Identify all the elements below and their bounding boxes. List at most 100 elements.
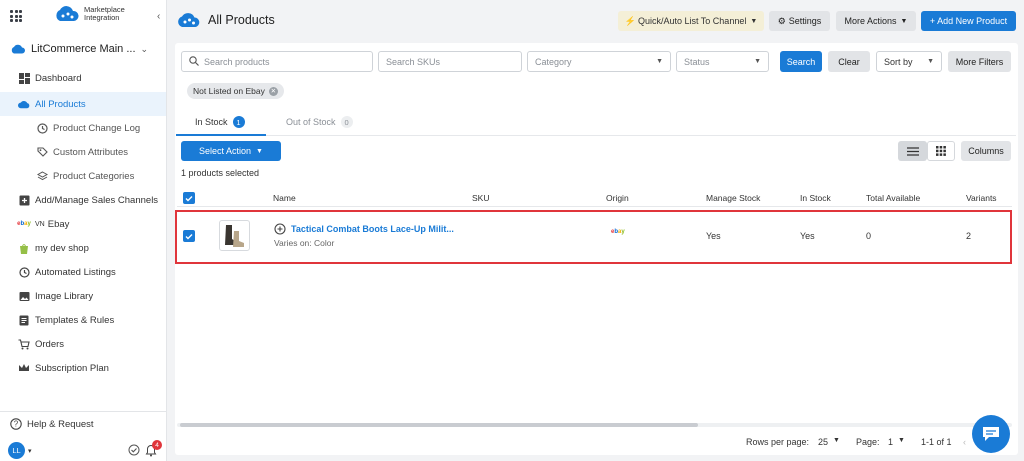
sidebar-item-label: All Products <box>35 98 86 110</box>
sidebar-item-my-dev-shop[interactable]: my dev shop <box>0 236 166 260</box>
store-name: LitCommerce Main ... <box>31 43 136 55</box>
column-header-in-stock[interactable]: In Stock <box>800 193 831 203</box>
sidebar-item-all-products[interactable]: All Products <box>0 92 166 116</box>
search-placeholder: Search products <box>204 56 270 67</box>
quick-list-button[interactable]: ⚡ Quick/Auto List To Channel ▼ <box>618 11 764 31</box>
tabs-divider <box>176 135 1016 136</box>
tab-in-stock[interactable]: In Stock 1 <box>195 116 245 128</box>
column-header-origin[interactable]: Origin <box>606 193 629 203</box>
sidebar-item-label: Orders <box>35 338 65 350</box>
grid-view-button[interactable] <box>927 141 955 161</box>
tab-out-of-stock[interactable]: Out of Stock 0 <box>286 116 353 128</box>
grid-icon <box>936 146 946 156</box>
sidebar-item-label: my dev shop <box>35 242 89 254</box>
product-name-link[interactable]: Tactical Combat Boots Lace-Up Milit... <box>291 224 454 234</box>
sidebar-item-automated-listings[interactable]: Automated Listings <box>0 260 166 284</box>
sidebar-item-label: Product Change Log <box>53 122 141 134</box>
row-checkbox[interactable] <box>183 230 195 242</box>
gear-icon: ⚙ <box>777 15 786 26</box>
sku-search-input[interactable]: Search SKUs <box>378 51 522 72</box>
sidebar-item-custom-attributes[interactable]: Custom Attributes <box>0 140 166 164</box>
add-box-icon <box>18 194 30 206</box>
rows-per-page-select[interactable]: 25 ▼ <box>818 437 840 447</box>
sidebar-item-label: Dashboard <box>35 72 82 84</box>
image-icon <box>18 290 30 302</box>
sidebar-item-add-manage-sales-channels[interactable]: Add/Manage Sales Channels <box>0 188 166 212</box>
sidebar-item-product-change-log[interactable]: Product Change Log <box>0 116 166 140</box>
list-view-button[interactable] <box>898 141 927 161</box>
horizontal-scrollbar[interactable] <box>180 423 698 427</box>
cart-icon <box>18 338 30 350</box>
settings-label: Settings <box>788 16 822 26</box>
dashboard-icon <box>18 72 30 84</box>
store-selector[interactable]: LitCommerce Main ... ⌄ <box>10 43 148 55</box>
sidebar-divider <box>0 411 166 412</box>
notification-count-badge: 4 <box>152 440 162 450</box>
search-input[interactable]: Search products <box>181 51 373 72</box>
clear-button[interactable]: Clear <box>828 51 870 72</box>
sidebar-item-templates-rules[interactable]: Templates & Rules <box>0 308 166 332</box>
tab-count-badge: 1 <box>232 116 245 128</box>
sort-label: Sort by <box>884 56 913 67</box>
cloud-logo-icon <box>56 6 79 22</box>
ebay-origin-icon: ebay <box>611 229 625 235</box>
caret-down-icon: ▼ <box>833 437 840 444</box>
caret-down-icon: ▼ <box>898 437 905 444</box>
expand-variants-icon[interactable] <box>274 223 286 237</box>
page-title: All Products <box>208 13 275 27</box>
columns-button[interactable]: Columns <box>961 141 1011 161</box>
table-row[interactable] <box>175 210 1012 264</box>
select-all-checkbox[interactable] <box>183 192 195 204</box>
category-select[interactable]: Category ▼ <box>527 51 671 72</box>
tab-label: Out of Stock <box>286 117 336 127</box>
status-select[interactable]: Status ▼ <box>676 51 769 72</box>
more-actions-button[interactable]: More Actions ▼ <box>836 11 916 31</box>
column-header-manage-stock[interactable]: Manage Stock <box>706 193 760 203</box>
logo[interactable]: Marketplace Integration <box>53 6 125 22</box>
sidebar-item-subscription-plan[interactable]: Subscription Plan <box>0 356 166 380</box>
column-header-variants[interactable]: Variants <box>966 193 997 203</box>
chat-support-button[interactable] <box>972 415 1010 453</box>
caret-down-icon: ▼ <box>927 58 934 65</box>
sidebar-item-ebay[interactable]: ebay VN Ebay <box>0 212 166 236</box>
user-menu[interactable]: LL ▾ <box>8 442 32 459</box>
sidebar-item-dashboard[interactable]: Dashboard <box>0 66 166 90</box>
caret-down-icon: ▼ <box>256 147 263 155</box>
avatar[interactable]: LL <box>8 442 25 459</box>
select-action-button[interactable]: Select Action ▼ <box>181 141 281 161</box>
chip-label: Not Listed on Ebay <box>193 86 265 96</box>
add-new-product-button[interactable]: + Add New Product <box>921 11 1016 31</box>
column-header-total-available[interactable]: Total Available <box>866 193 920 203</box>
close-icon[interactable]: ✕ <box>268 86 278 96</box>
help-request-link[interactable]: ? Help & Request <box>10 418 94 430</box>
search-button[interactable]: Search <box>780 51 822 72</box>
variants-value: 2 <box>966 231 972 241</box>
logo-line2: Integration <box>84 13 120 22</box>
sidebar-item-image-library[interactable]: Image Library <box>0 284 166 308</box>
rows-per-page-value: 25 <box>818 437 829 447</box>
document-icon <box>18 314 30 326</box>
more-actions-label: More Actions <box>844 16 897 26</box>
sidebar-item-product-categories[interactable]: Product Categories <box>0 164 166 188</box>
more-filters-button[interactable]: More Filters <box>948 51 1011 72</box>
page-select[interactable]: 1 ▼ <box>888 437 905 447</box>
settings-button[interactable]: ⚙ Settings <box>769 11 830 31</box>
sidebar: Marketplace Integration ‹ LitCommerce Mai… <box>0 0 167 461</box>
sort-select[interactable]: Sort by ▼ <box>876 51 942 72</box>
column-header-name[interactable]: Name <box>273 193 296 203</box>
selected-count-text: 1 products selected <box>181 168 260 178</box>
filter-chip[interactable]: Not Listed on Ebay ✕ <box>187 83 284 99</box>
product-thumbnail[interactable] <box>219 220 250 251</box>
collapse-sidebar-icon[interactable]: ‹ <box>157 11 160 22</box>
list-icon <box>906 146 919 156</box>
layers-icon <box>36 170 48 182</box>
apps-grid-icon[interactable] <box>10 10 22 22</box>
prev-page-icon[interactable]: ‹ <box>963 437 966 447</box>
tab-label: In Stock <box>195 117 228 127</box>
sidebar-item-label: Ebay <box>47 218 70 230</box>
check-circle-icon[interactable] <box>128 444 140 458</box>
sidebar-item-orders[interactable]: Orders <box>0 332 166 356</box>
column-header-sku[interactable]: SKU <box>472 193 489 203</box>
search-icon <box>189 55 199 68</box>
page-value: 1 <box>888 437 894 447</box>
